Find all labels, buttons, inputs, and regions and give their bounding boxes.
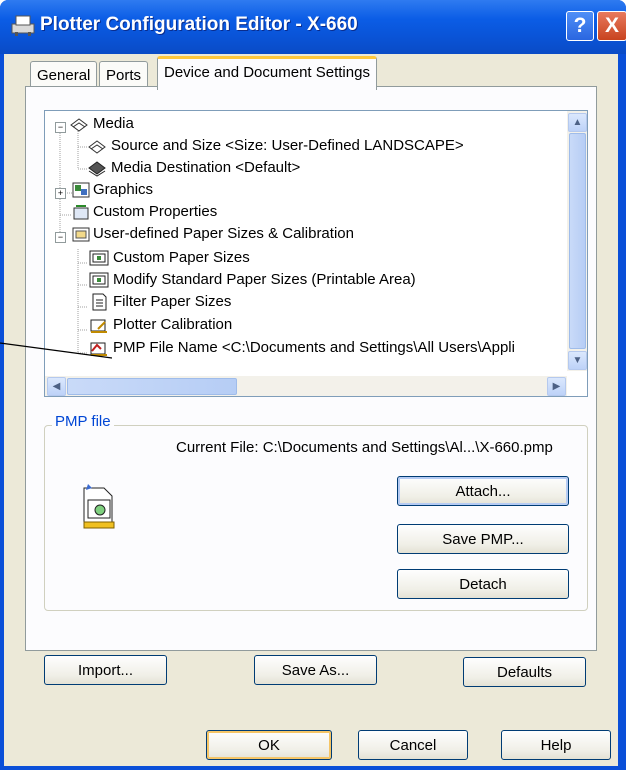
help-button[interactable]: Help [501, 730, 611, 760]
plotter-app-icon [11, 15, 35, 36]
annotation-pointer-line [0, 342, 112, 359]
tree-item-paper-sizes-calibration[interactable]: User-defined Paper Sizes & Calibration [93, 223, 354, 245]
window-bottom-border [0, 766, 626, 770]
custom-properties-icon [73, 205, 89, 220]
tab-general[interactable]: General [30, 61, 98, 89]
calibration-icon [90, 319, 107, 333]
ok-button[interactable]: OK [206, 730, 332, 760]
custom-paper-sizes-icon [89, 250, 109, 266]
tab-ports[interactable]: Ports [99, 61, 149, 89]
cancel-button[interactable]: Cancel [358, 730, 468, 760]
graphics-expand-toggle[interactable]: + [55, 188, 66, 199]
title-close-button[interactable]: X [597, 11, 626, 41]
save-pmp-button[interactable]: Save PMP... [397, 524, 569, 554]
tree-item-pmp-file-name[interactable]: PMP File Name <C:\Documents and Settings… [113, 337, 515, 359]
settings-tree[interactable]: − Media Source and Size <Size: User-Defi… [44, 110, 588, 397]
window-title: Plotter Configuration Editor - X-660 [40, 14, 358, 35]
media-icon [70, 118, 88, 132]
modify-paper-icon [89, 272, 109, 288]
tree-item-modify-standard-paper[interactable]: Modify Standard Paper Sizes (Printable A… [113, 269, 416, 291]
attach-button[interactable]: Attach... [397, 476, 569, 506]
title-bar[interactable]: Plotter Configuration Editor - X-660 ? X [0, 0, 626, 54]
pmp-file-group-title: PMP file [52, 413, 114, 430]
media-destination-icon [88, 161, 106, 177]
import-button[interactable]: Import... [44, 655, 167, 685]
tree-item-graphics[interactable]: Graphics [93, 179, 153, 201]
paper-sizes-collapse-toggle[interactable]: − [55, 232, 66, 243]
tree-item-plotter-calibration[interactable]: Plotter Calibration [113, 314, 232, 336]
tree-item-media-destination[interactable]: Media Destination <Default> [111, 157, 300, 179]
graphics-icon [72, 182, 90, 198]
vertical-scroll-thumb[interactable] [569, 133, 586, 349]
defaults-button[interactable]: Defaults [463, 657, 586, 687]
tree-horizontal-scrollbar[interactable]: ◀ ▶ [45, 376, 567, 396]
detach-button[interactable]: Detach [397, 569, 569, 599]
scroll-up-icon[interactable]: ▲ [568, 113, 587, 132]
tree-item-filter-paper-sizes[interactable]: Filter Paper Sizes [113, 291, 231, 313]
current-file-label: Current File: C:\Documents and Settings\… [176, 439, 553, 456]
tree-vertical-scrollbar[interactable]: ▲ ▼ [567, 111, 587, 371]
paper-sizes-icon [72, 227, 90, 242]
filter-paper-icon [92, 293, 107, 311]
tree-item-media[interactable]: Media [93, 113, 134, 135]
save-as-button[interactable]: Save As... [254, 655, 377, 685]
media-collapse-toggle[interactable]: − [55, 122, 66, 133]
scroll-right-icon[interactable]: ▶ [547, 377, 566, 396]
tab-device-document-settings[interactable]: Device and Document Settings [157, 56, 377, 90]
tree-item-custom-paper-sizes[interactable]: Custom Paper Sizes [113, 247, 250, 269]
scroll-down-icon[interactable]: ▼ [568, 351, 587, 370]
source-size-icon [88, 140, 106, 154]
tree-item-custom-properties[interactable]: Custom Properties [93, 201, 217, 223]
tree-item-source-size[interactable]: Source and Size <Size: User-Defined LAND… [111, 135, 464, 157]
scroll-left-icon[interactable]: ◀ [47, 377, 66, 396]
pmp-document-icon [83, 484, 115, 529]
title-help-button[interactable]: ? [566, 11, 594, 41]
horizontal-scroll-thumb[interactable] [67, 378, 237, 395]
